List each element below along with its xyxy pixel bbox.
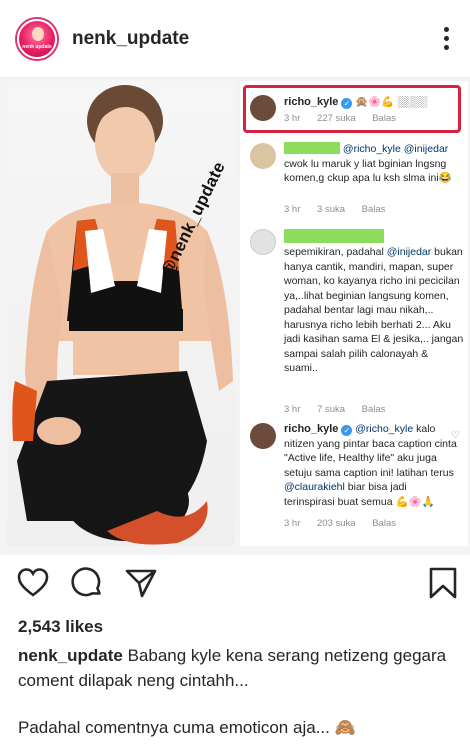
comment-text: sepemikiran, padahal (284, 246, 387, 258)
censored-username (284, 229, 384, 243)
caption-username[interactable]: nenk_update (18, 646, 123, 665)
bookmark-icon[interactable] (426, 566, 460, 600)
post-caption-line2: Padahal comentnya cuma emoticon aja... 🙈 (18, 718, 356, 737)
comment-likes: 7 suka (317, 404, 346, 415)
comment-username: richo_kyle (284, 96, 339, 108)
comment-text: cwok lu maruk y liat bginian lngsng kome… (284, 157, 452, 185)
comment-reply[interactable]: Balas (372, 113, 396, 124)
post-image[interactable]: @nenk_update richo_kyle ✓ 🙊🌸💪 ░░░░ 3 hr … (0, 78, 470, 555)
comment-2: @richo_kyle @inijedar cwok lu maruk y li… (284, 142, 462, 186)
verified-badge-icon: ✓ (341, 425, 353, 436)
comment-likes: 227 suka (317, 113, 356, 124)
comment-reply[interactable]: Balas (362, 404, 386, 415)
avatar-face (32, 27, 44, 41)
comment-text: bukan hanya cantik, mandiri, mapan, supe… (284, 246, 464, 374)
comment-meta: 3 hr 3 suka Balas (284, 204, 399, 215)
comments-screenshot-panel: richo_kyle ✓ 🙊🌸💪 ░░░░ 3 hr 227 suka Bala… (240, 81, 468, 546)
comment-3: sepemikiran, padahal @inijedar bukan han… (284, 245, 464, 376)
comment-time: 3 hr (284, 404, 301, 415)
comment-reply[interactable]: Balas (372, 518, 396, 529)
comment-mention: @claurakiehl (284, 481, 345, 493)
photo-left: @nenk_update (7, 81, 235, 546)
likes-count[interactable]: 2,543 likes (18, 617, 103, 637)
comment-1: richo_kyle ✓ 🙊🌸💪 ░░░░ (284, 95, 454, 110)
comment-4: richo_kyle ✓ @richo_kyle kalo nitizen ya… (284, 422, 460, 509)
post-caption: nenk_update Babang kyle kena serang neti… (18, 643, 458, 693)
woman-photo-illustration (12, 85, 233, 545)
comment-avatar (250, 229, 276, 255)
comment-avatar (250, 143, 276, 169)
comment-mentions: @richo_kyle @inijedar (342, 143, 449, 155)
action-bar (0, 560, 470, 606)
send-icon[interactable] (124, 566, 158, 600)
comment-likes: 3 suka (317, 204, 346, 215)
comment-time: 3 hr (284, 518, 301, 529)
comment-icon[interactable] (70, 566, 104, 600)
comment-mention: @inijedar (386, 246, 432, 258)
comment-avatar (250, 423, 276, 449)
post-username[interactable]: nenk_update (72, 28, 189, 50)
more-options-icon[interactable] (436, 27, 456, 53)
comment-text: 🙊🌸💪 ░░░░ (355, 96, 428, 108)
comment-likes: 203 suka (317, 518, 356, 529)
comment-username: richo_kyle (284, 423, 339, 435)
comment-time: 3 hr (284, 113, 301, 124)
comment-meta: 3 hr 7 suka Balas (284, 404, 399, 415)
comment-time: 3 hr (284, 204, 301, 215)
censored-username (284, 142, 340, 154)
comment-meta: 3 hr 203 suka Balas (284, 518, 410, 529)
comment-reply[interactable]: Balas (362, 204, 386, 215)
avatar-text: nenk update (22, 44, 52, 50)
heart-icon[interactable] (16, 566, 50, 600)
verified-badge-icon: ✓ (341, 98, 353, 109)
comment-meta: 3 hr 227 suka Balas (284, 113, 410, 124)
comment-mention: @richo_kyle (355, 423, 414, 435)
profile-avatar[interactable]: nenk update (17, 19, 57, 59)
comment-avatar (250, 95, 276, 121)
post-header: nenk update nenk_update (0, 0, 470, 78)
